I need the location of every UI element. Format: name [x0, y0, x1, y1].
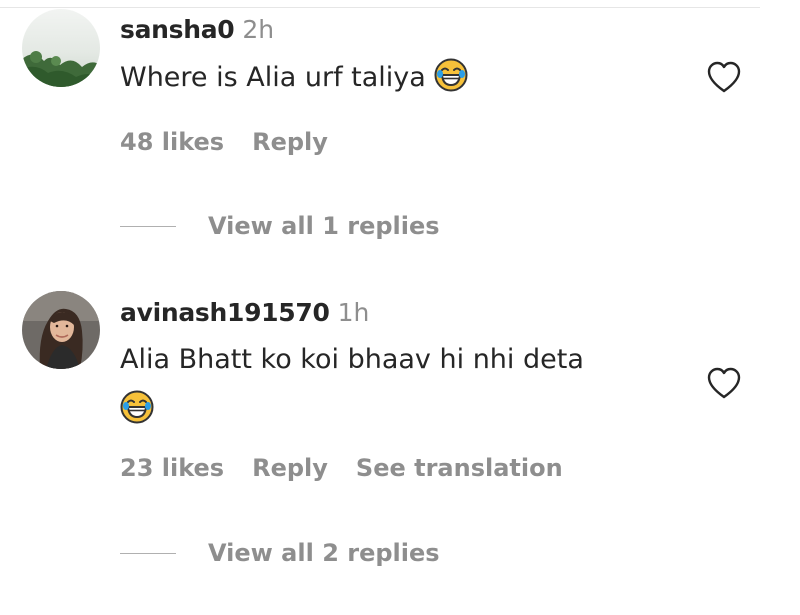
- reply-button[interactable]: Reply: [252, 128, 328, 156]
- avatar-image: [22, 9, 100, 87]
- like-heart-icon[interactable]: [705, 58, 743, 96]
- reply-button[interactable]: Reply: [252, 454, 328, 482]
- comment-text: Where is Alia urf taliya: [120, 62, 426, 93]
- face-with-tears-of-joy-emoji: [434, 58, 468, 92]
- avatar-image: [22, 291, 100, 369]
- avatar[interactable]: [22, 291, 100, 369]
- comment-timestamp: 1h: [337, 298, 370, 327]
- face-with-tears-of-joy-emoji: [120, 390, 154, 424]
- replies-divider: [120, 552, 176, 554]
- comment-timestamp: 2h: [242, 15, 275, 44]
- comment-actions: 48 likes Reply: [120, 130, 356, 154]
- comment-text-block: Alia Bhatt ko koi bhaav hi nhi deta: [120, 335, 680, 435]
- comment-header: sansha0 2h: [120, 17, 274, 42]
- view-replies-button[interactable]: View all 2 replies: [120, 541, 440, 565]
- view-replies-button[interactable]: View all 1 replies: [120, 214, 440, 238]
- comment-text-block: Where is Alia urf taliya: [120, 53, 680, 103]
- see-translation-button[interactable]: See translation: [356, 454, 563, 482]
- avatar[interactable]: [22, 9, 100, 87]
- view-replies-label: View all 2 replies: [208, 539, 440, 567]
- comment-actions: 23 likes Reply See translation: [120, 456, 591, 480]
- comments-section: sansha0 2h Where is Alia urf taliya 48 l…: [0, 0, 800, 615]
- likes-count[interactable]: 48 likes: [120, 128, 224, 156]
- likes-count[interactable]: 23 likes: [120, 454, 224, 482]
- comment-username[interactable]: sansha0: [120, 15, 235, 44]
- comment-header: avinash191570 1h: [120, 300, 369, 325]
- top-divider: [0, 7, 760, 8]
- comment-text: Alia Bhatt ko koi bhaav hi nhi deta: [120, 344, 584, 375]
- comment-username[interactable]: avinash191570: [120, 298, 330, 327]
- like-heart-icon[interactable]: [705, 364, 743, 402]
- view-replies-label: View all 1 replies: [208, 212, 440, 240]
- replies-divider: [120, 225, 176, 227]
